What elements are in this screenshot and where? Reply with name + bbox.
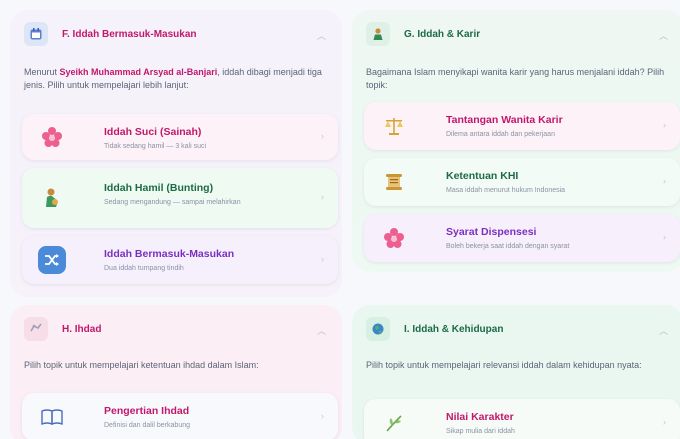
section-f-desc-pre: Menurut bbox=[24, 67, 60, 77]
item-subtitle: Definisi dan dalil berkabung bbox=[104, 422, 190, 429]
item-title: Iddah Bermasuk-Masukan bbox=[104, 248, 235, 260]
shuffle-icon bbox=[38, 246, 66, 274]
book-icon bbox=[38, 403, 66, 431]
item-subtitle: Sedang mengandung — sampai melahirkan bbox=[104, 199, 241, 206]
scroll-icon bbox=[380, 168, 408, 196]
section-f-desc-name: Syeikh Muhammad Arsyad al-Banjari bbox=[59, 67, 218, 77]
section-h-description: Pilih topik untuk mempelajari ketentuan … bbox=[24, 360, 259, 370]
list-item-pengertian-ihdad[interactable]: Pengertian Ihdad Definisi dan dalil berk… bbox=[22, 393, 338, 439]
section-i-card: I. Iddah & Kehidupan ︿ Pilih topik untuk… bbox=[352, 305, 680, 439]
item-title: Iddah Hamil (Bunting) bbox=[104, 182, 214, 194]
herb-icon bbox=[380, 409, 408, 437]
item-title: Pengertian Ihdad bbox=[104, 405, 190, 417]
chevron-right-icon: › bbox=[663, 417, 666, 427]
item-subtitle: Tidak sedang hamil — 3 kali suci bbox=[104, 143, 207, 150]
flower-icon bbox=[380, 224, 408, 252]
section-h-card: H. Ihdad ︿ Pilih topik untuk mempelajari… bbox=[10, 305, 342, 439]
chevron-right-icon: › bbox=[663, 176, 666, 186]
list-item-iddah-hamil[interactable]: Iddah Hamil (Bunting) Sedang mengandung … bbox=[22, 168, 338, 228]
scale-icon bbox=[380, 112, 408, 140]
woman-icon bbox=[366, 22, 390, 46]
list-item-iddah-suci[interactable]: Iddah Suci (Sainah) Tidak sedang hamil —… bbox=[22, 114, 338, 160]
section-f-header[interactable]: F. Iddah Bermasuk-Masukan ︿ bbox=[10, 10, 342, 58]
flower-icon bbox=[38, 123, 66, 151]
chevron-up-icon[interactable]: ︿ bbox=[659, 324, 668, 337]
chevron-up-icon[interactable]: ︿ bbox=[317, 29, 326, 42]
item-subtitle: Masa iddah menurut hukum Indonesia bbox=[446, 187, 566, 194]
item-title: Tantangan Wanita Karir bbox=[446, 114, 563, 126]
section-g-header[interactable]: G. Iddah & Karir ︿ bbox=[352, 10, 680, 58]
item-subtitle: Dilema antara iddah dan pekerjaan bbox=[446, 131, 555, 138]
ribbon-icon bbox=[24, 317, 48, 341]
globe-icon bbox=[366, 317, 390, 341]
list-item-iddah-bermasuk[interactable]: Iddah Bermasuk-Masukan Dua iddah tumpang… bbox=[22, 236, 338, 284]
item-subtitle: Sikap mulia dari iddah bbox=[446, 428, 515, 435]
item-title: Syarat Dispensesi bbox=[446, 226, 537, 238]
section-g-title: G. Iddah & Karir bbox=[404, 28, 481, 40]
item-subtitle: Boleh bekerja saat iddah dengan syarat bbox=[446, 243, 570, 250]
chevron-up-icon[interactable]: ︿ bbox=[317, 324, 326, 337]
chevron-right-icon: › bbox=[321, 192, 324, 202]
section-i-description: Pilih topik untuk mempelajari relevansi … bbox=[366, 360, 642, 370]
section-g-description: Bagaimana Islam menyikapi wanita karir y… bbox=[366, 67, 665, 90]
chevron-up-icon[interactable]: ︿ bbox=[659, 29, 668, 42]
section-i-header[interactable]: I. Iddah & Kehidupan ︿ bbox=[352, 305, 680, 353]
section-f-description: Menurut Syeikh Muhammad Arsyad al-Banjar… bbox=[24, 66, 328, 92]
chevron-right-icon: › bbox=[321, 131, 324, 141]
chevron-right-icon: › bbox=[663, 232, 666, 242]
item-title: Iddah Suci (Sainah) bbox=[104, 126, 202, 138]
chevron-right-icon: › bbox=[663, 120, 666, 130]
section-f-card: F. Iddah Bermasuk-Masukan ︿ Menurut Syei… bbox=[10, 10, 342, 297]
section-f-title: F. Iddah Bermasuk-Masukan bbox=[62, 28, 197, 40]
list-item-syarat-dispensesi[interactable]: Syarat Dispensesi Boleh bekerja saat idd… bbox=[364, 214, 680, 262]
list-item-tantangan[interactable]: Tantangan Wanita Karir Dilema antara idd… bbox=[364, 102, 680, 150]
section-i-title: I. Iddah & Kehidupan bbox=[404, 323, 504, 335]
chevron-right-icon: › bbox=[321, 254, 324, 264]
chevron-right-icon: › bbox=[321, 411, 324, 421]
section-h-header[interactable]: H. Ihdad ︿ bbox=[10, 305, 342, 353]
item-title: Ketentuan KHI bbox=[446, 170, 519, 182]
section-g-card: G. Iddah & Karir ︿ Bagaimana Islam menyi… bbox=[352, 10, 680, 272]
calendar-icon bbox=[24, 22, 48, 46]
pregnant-woman-icon bbox=[38, 184, 66, 212]
list-item-ketentuan-khi[interactable]: Ketentuan KHI Masa iddah menurut hukum I… bbox=[364, 158, 680, 206]
section-h-title: H. Ihdad bbox=[62, 323, 102, 335]
list-item-nilai-karakter[interactable]: Nilai Karakter Sikap mulia dari iddah › bbox=[364, 399, 680, 439]
item-subtitle: Dua iddah tumpang tindih bbox=[104, 265, 184, 272]
item-title: Nilai Karakter bbox=[446, 411, 514, 423]
